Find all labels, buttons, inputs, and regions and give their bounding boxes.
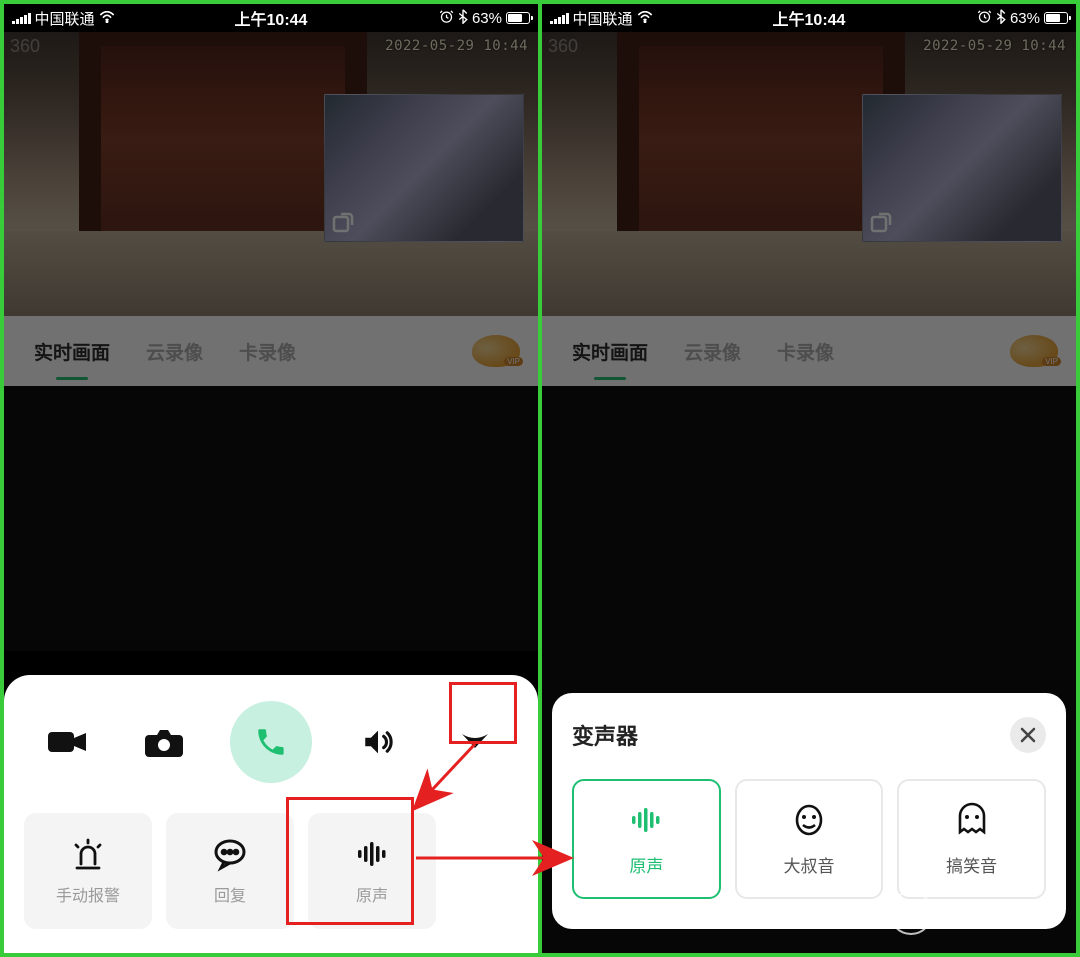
tile-label: 手动报警 — [56, 882, 120, 906]
tabs-row: 实时画面 云录像 卡录像 VIP — [4, 316, 538, 386]
control-panel: 手动报警 回复 原声 — [4, 675, 538, 953]
tab-card-record[interactable]: 卡录像 — [759, 316, 852, 386]
screenshot-button[interactable] — [133, 711, 195, 773]
phone-left: 中国联通 上午10:44 63% 360 2022-05-29 10:44 — [4, 4, 538, 953]
camera-brand-overlay: 360 — [548, 36, 578, 57]
expand-icon[interactable] — [331, 211, 355, 235]
status-bar: 中国联通 上午10:44 63% — [542, 4, 1076, 32]
call-button[interactable] — [230, 701, 312, 783]
tab-card-record[interactable]: 卡录像 — [221, 316, 314, 386]
watermark-logo: 值 — [889, 891, 933, 935]
picture-in-picture[interactable] — [862, 94, 1062, 242]
voice-option-funny[interactable]: 搞笑音 — [897, 779, 1046, 899]
tile-original-voice[interactable]: 原声 — [308, 813, 436, 929]
option-label: 搞笑音 — [946, 852, 997, 877]
tile-manual-alarm[interactable]: 手动报警 — [24, 813, 152, 929]
collapse-button[interactable] — [444, 711, 506, 773]
volume-button[interactable] — [347, 711, 409, 773]
battery-icon — [506, 12, 530, 24]
picture-in-picture[interactable] — [324, 94, 524, 242]
battery-percent: 63% — [1010, 10, 1040, 27]
tile-label: 回复 — [214, 882, 246, 906]
battery-percent: 63% — [472, 10, 502, 27]
voice-option-uncle[interactable]: 大叔音 — [735, 779, 884, 899]
option-label: 原声 — [629, 852, 663, 877]
soundwave-icon — [354, 836, 390, 872]
panel-title: 变声器 — [572, 719, 638, 751]
record-button[interactable] — [36, 711, 98, 773]
option-label: 大叔音 — [784, 852, 835, 877]
carrier-label: 中国联通 — [573, 8, 633, 29]
vip-cloud-icon[interactable]: VIP — [1010, 335, 1058, 367]
tile-reply[interactable]: 回复 — [166, 813, 294, 929]
live-camera-view[interactable]: 360 2022-05-29 10:44 — [542, 32, 1076, 316]
tab-live[interactable]: 实时画面 — [554, 316, 666, 386]
bluetooth-icon — [996, 9, 1006, 28]
battery-icon — [1044, 12, 1068, 24]
carrier-label: 中国联通 — [35, 8, 95, 29]
tab-cloud-record[interactable]: 云录像 — [666, 316, 759, 386]
tab-live[interactable]: 实时画面 — [16, 316, 128, 386]
tabs-row: 实时画面 云录像 卡录像 VIP — [542, 316, 1076, 386]
tile-label: 原声 — [356, 882, 388, 906]
chat-icon — [212, 836, 248, 872]
signal-icon — [550, 13, 569, 24]
live-camera-view[interactable]: 360 2022-05-29 10:44 — [4, 32, 538, 316]
camera-timestamp: 2022-05-29 10:44 — [385, 38, 528, 54]
tab-cloud-record[interactable]: 云录像 — [128, 316, 221, 386]
alarm-light-icon — [70, 836, 106, 872]
watermark-text: 什么值得买 — [943, 897, 1058, 929]
camera-timestamp: 2022-05-29 10:44 — [923, 38, 1066, 54]
status-time: 上午10:44 — [235, 6, 308, 30]
voice-option-original[interactable]: 原声 — [572, 779, 721, 899]
wifi-icon — [99, 10, 115, 27]
signal-icon — [12, 13, 31, 24]
soundwave-icon — [628, 802, 664, 838]
wifi-icon — [637, 10, 653, 27]
expand-icon[interactable] — [869, 211, 893, 235]
status-time: 上午10:44 — [773, 6, 846, 30]
alarm-icon — [439, 9, 454, 28]
close-button[interactable] — [1010, 717, 1046, 753]
alarm-icon — [977, 9, 992, 28]
ghost-icon — [954, 802, 990, 838]
camera-brand-overlay: 360 — [10, 36, 40, 57]
face-uncle-icon — [791, 802, 827, 838]
phone-right: 中国联通 上午10:44 63% 360 2022-05-29 10:44 — [542, 4, 1076, 953]
bluetooth-icon — [458, 9, 468, 28]
vip-cloud-icon[interactable]: VIP — [472, 335, 520, 367]
vip-badge: VIP — [1042, 357, 1061, 366]
vip-badge: VIP — [504, 357, 523, 366]
watermark: 值 什么值得买 — [889, 891, 1058, 935]
status-bar: 中国联通 上午10:44 63% — [4, 4, 538, 32]
